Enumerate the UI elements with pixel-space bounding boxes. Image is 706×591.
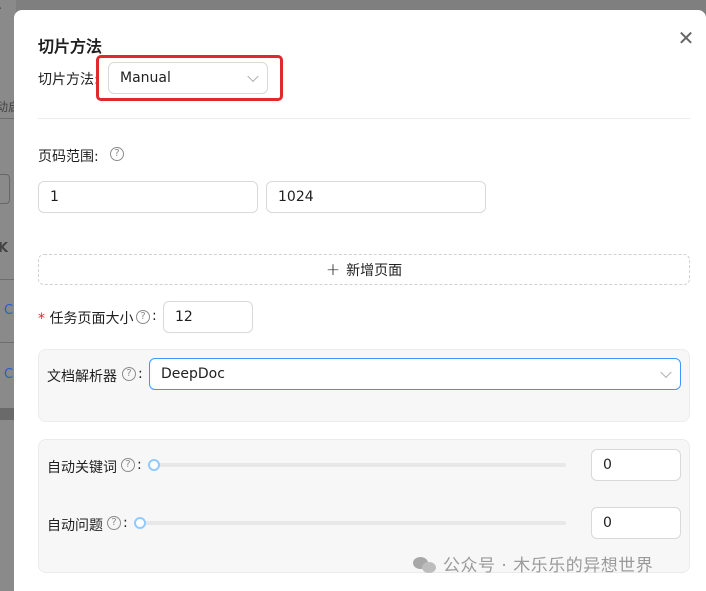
chevron-down-icon xyxy=(660,366,672,379)
backdrop-link-fragment: C xyxy=(4,303,14,318)
annotation-highlight-box xyxy=(96,55,283,101)
task-page-size-text: 任务页面大小 xyxy=(49,311,134,327)
plus-icon: + xyxy=(325,259,341,280)
auto-keywords-slider-handle[interactable] xyxy=(148,459,160,471)
section-divider xyxy=(38,118,690,119)
add-page-button[interactable]: + 新增页面 xyxy=(38,254,690,285)
backdrop-input-fragment xyxy=(0,174,10,204)
auto-questions-slider-track[interactable] xyxy=(140,521,566,525)
help-icon[interactable]: ? xyxy=(136,310,150,324)
page-range-from-input[interactable]: 1 xyxy=(38,181,258,213)
add-page-label: 新增页面 xyxy=(346,262,403,279)
label-colon: : xyxy=(137,457,142,473)
auto-keywords-value: 0 xyxy=(603,457,612,473)
auto-keywords-input[interactable]: 0 xyxy=(591,449,681,481)
backdrop-text-fragment: K xyxy=(0,241,9,256)
help-icon[interactable]: ? xyxy=(107,516,121,530)
help-icon[interactable]: ? xyxy=(110,147,124,161)
wechat-icon xyxy=(413,555,437,573)
task-page-size-input[interactable]: 12 xyxy=(163,301,253,333)
auto-questions-input[interactable]: 0 xyxy=(591,507,681,539)
backdrop-text-fragment: · xyxy=(0,2,2,17)
backdrop-link-fragment: C xyxy=(4,367,14,382)
task-page-size-label: * 任务页面大小 xyxy=(38,308,133,328)
label-colon: : xyxy=(138,366,143,382)
auto-keywords-slider-track[interactable] xyxy=(154,463,566,467)
page-range-to-value: 1024 xyxy=(278,189,314,205)
label-colon: : xyxy=(152,308,157,324)
auto-questions-value: 0 xyxy=(603,515,612,531)
task-page-size-value: 12 xyxy=(175,309,193,325)
parser-label: 文档解析器 xyxy=(47,369,117,385)
close-icon[interactable]: ✕ xyxy=(676,28,696,48)
auto-questions-slider-handle[interactable] xyxy=(134,517,146,529)
chunk-method-label: 切片方法: xyxy=(38,72,99,88)
help-icon[interactable]: ? xyxy=(122,367,136,381)
help-icon[interactable]: ? xyxy=(121,458,135,472)
label-colon: : xyxy=(123,515,128,531)
parser-select[interactable]: DeepDoc xyxy=(149,358,681,390)
page-range-from-value: 1 xyxy=(50,189,59,205)
auto-keywords-label: 自动关键词 xyxy=(47,460,117,476)
watermark-text: 公众号 · 木乐乐的异想世界 xyxy=(443,556,654,576)
watermark: 公众号 · 木乐乐的异想世界 xyxy=(413,551,653,576)
parser-value: DeepDoc xyxy=(161,366,225,382)
page-range-label: 页码范围: xyxy=(38,149,99,165)
auto-questions-label: 自动问题 xyxy=(47,518,103,534)
required-mark: * xyxy=(38,311,45,327)
modal-title: 切片方法 xyxy=(38,37,103,56)
page-range-to-input[interactable]: 1024 xyxy=(266,181,486,213)
